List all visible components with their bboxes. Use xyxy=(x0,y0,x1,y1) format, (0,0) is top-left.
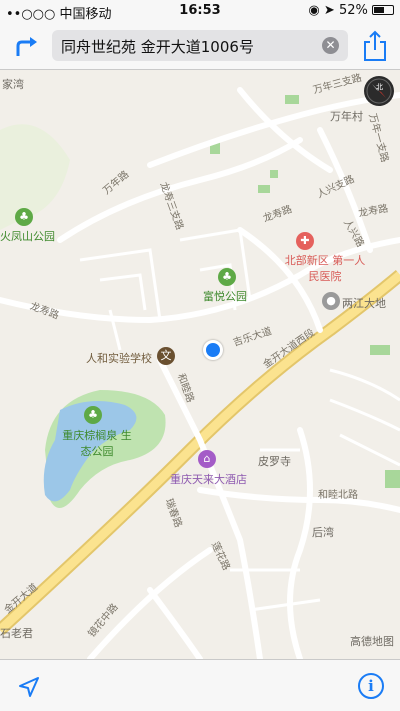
compass-needle-icon: 北 xyxy=(366,78,392,104)
road-label: 和睦北路 xyxy=(318,490,358,501)
place-label: 万年村 xyxy=(330,110,363,123)
park-pin-icon[interactable]: ♣ xyxy=(15,208,33,226)
current-location-dot xyxy=(203,340,223,360)
search-toolbar: 同舟世纪苑 金开大道1006号 ✕ xyxy=(0,22,400,70)
bottom-toolbar: i xyxy=(0,659,400,711)
info-button[interactable]: i xyxy=(358,673,384,699)
park-pin-icon[interactable]: ♣ xyxy=(84,406,102,424)
place-label: 富悦公园 xyxy=(203,290,247,303)
share-button[interactable] xyxy=(362,30,388,62)
place-label: 石老君 xyxy=(0,627,33,640)
hospital-pin-icon[interactable]: ✚ xyxy=(296,232,314,250)
location-arrow-icon xyxy=(19,677,39,697)
directions-button[interactable] xyxy=(12,32,40,60)
info-icon: i xyxy=(368,677,374,695)
map-canvas xyxy=(0,87,400,659)
place-label: 人和实验学校 xyxy=(86,352,152,365)
track-location-button[interactable] xyxy=(16,674,42,700)
place-label: 后湾 xyxy=(312,526,334,539)
directions-arrow-icon xyxy=(16,37,37,56)
hotel-pin-icon[interactable]: ⌂ xyxy=(198,450,216,468)
place-label: 火凤山公园 xyxy=(0,230,55,243)
place-label: 两江大地 xyxy=(342,297,386,310)
school-pin-icon[interactable]: 文 xyxy=(157,347,175,365)
battery-icon xyxy=(372,5,394,15)
status-bar: ••○○○ 中国移动 16:53 ◉ ➤ 52% xyxy=(0,0,400,22)
park-pin-icon[interactable]: ♣ xyxy=(218,268,236,286)
clear-search-icon[interactable]: ✕ xyxy=(322,37,339,54)
svg-text:北: 北 xyxy=(376,83,383,91)
battery-percent: 52% xyxy=(338,3,368,18)
search-field[interactable]: 同舟世纪苑 金开大道1006号 ✕ xyxy=(52,30,348,61)
map-attribution[interactable]: 高德地图 xyxy=(350,633,394,649)
share-icon xyxy=(364,30,386,61)
place-label: 重庆天来大酒店 xyxy=(170,473,247,486)
place-label: 重庆棕榈泉 生态公园 xyxy=(62,429,132,458)
maps-app-screen: ••○○○ 中国移动 16:53 ◉ ➤ 52% 同舟世纪苑 金开大道1006号… xyxy=(0,0,400,711)
compass-icon[interactable]: 北 xyxy=(364,76,394,106)
lock-rotation-icon: ◉ xyxy=(308,3,320,18)
place-label: 皮罗寺 xyxy=(258,455,291,468)
place-label: 北部新区 第一人民医院 xyxy=(284,254,366,283)
map-view[interactable]: 万年路 龙寿三支路 龙寿路 龙寿路 龙寿路 万年三支路 万年一支路 人兴路 人兴… xyxy=(0,70,400,659)
status-right: ◉ ➤ 52% xyxy=(308,3,394,18)
place-label: 家湾 xyxy=(2,78,24,91)
location-arrow-icon: ➤ xyxy=(323,3,335,18)
search-query-text: 同舟世纪苑 金开大道1006号 xyxy=(61,38,254,56)
poi-pin-icon[interactable]: ● xyxy=(322,292,340,310)
